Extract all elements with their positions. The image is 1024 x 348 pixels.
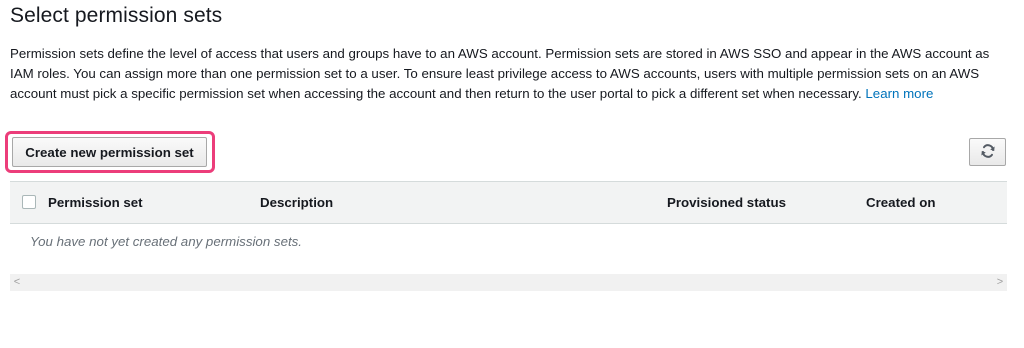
scroll-left-arrow-icon[interactable]: < xyxy=(10,274,24,291)
column-header-permission-set[interactable]: Permission set xyxy=(48,182,143,223)
refresh-button[interactable] xyxy=(969,138,1006,166)
column-header-description[interactable]: Description xyxy=(260,182,333,223)
description-text: Permission sets define the level of acce… xyxy=(10,44,1010,104)
permission-sets-panel: Select permission sets Permission sets d… xyxy=(0,0,1024,348)
refresh-icon xyxy=(980,143,996,162)
horizontal-scrollbar[interactable]: < > xyxy=(10,274,1007,291)
create-permission-set-button[interactable]: Create new permission set xyxy=(12,137,207,167)
scroll-right-arrow-icon[interactable]: > xyxy=(993,274,1007,291)
table-header: Permission set Description Provisioned s… xyxy=(10,181,1007,224)
page-title: Select permission sets xyxy=(10,4,223,27)
column-header-provisioned-status[interactable]: Provisioned status xyxy=(667,182,786,223)
select-all-checkbox[interactable] xyxy=(22,195,36,209)
column-header-created-on[interactable]: Created on xyxy=(866,182,935,223)
empty-table-message: You have not yet created any permission … xyxy=(30,234,303,249)
learn-more-link[interactable]: Learn more xyxy=(865,86,933,101)
description-body: Permission sets define the level of acce… xyxy=(10,46,990,101)
